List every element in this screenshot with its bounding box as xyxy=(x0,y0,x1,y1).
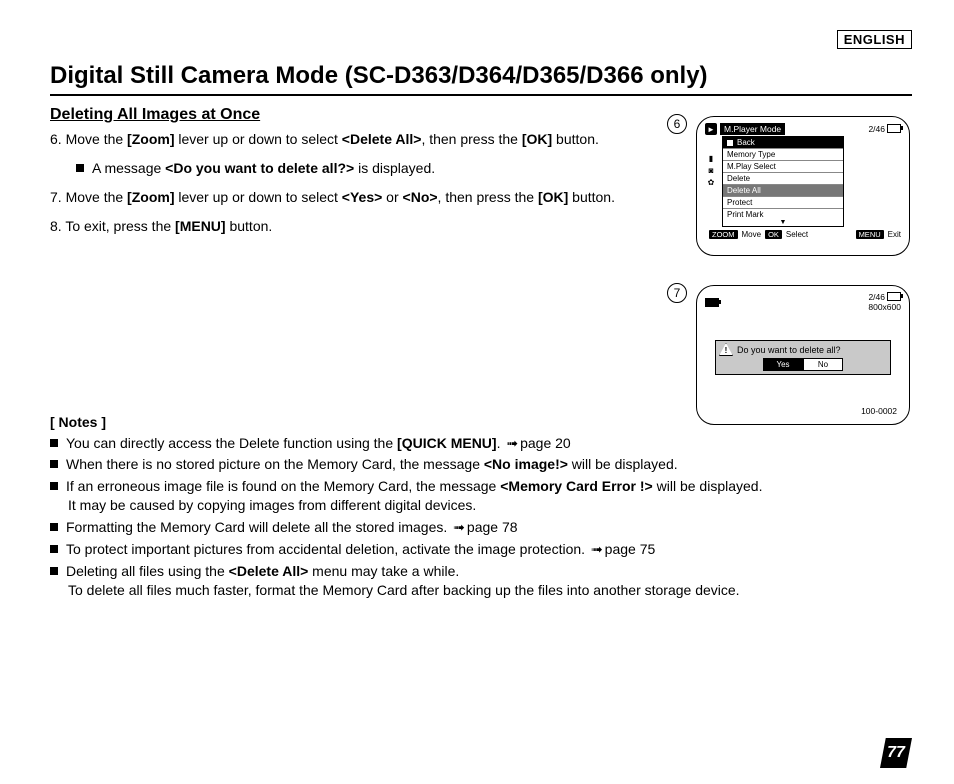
page-title: Digital Still Camera Mode (SC-D363/D364/… xyxy=(50,62,912,90)
bullet-icon xyxy=(50,482,58,490)
step-6-sub: A message <Do you want to delete all?> i… xyxy=(50,159,670,178)
menu-item-protect[interactable]: Protect xyxy=(723,196,843,208)
bullet-icon xyxy=(50,439,58,447)
notes-list: You can directly access the Delete funct… xyxy=(50,434,912,600)
camera-screen-6: 6 ► M.Player Mode 2/46 ▮ ◙ ✿ Back Memory… xyxy=(696,116,910,256)
menu-item-delete[interactable]: Delete xyxy=(723,172,843,184)
menu-scroll-down-icon: ▼ xyxy=(723,220,843,226)
bullet-icon xyxy=(50,523,58,531)
bullet-icon xyxy=(76,164,84,172)
gear-icon: ✿ xyxy=(705,177,717,187)
instruction-steps: 6. Move the [Zoom] lever up or down to s… xyxy=(50,130,670,236)
dialog-no-button[interactable]: No xyxy=(803,358,843,371)
menu-item-memory-type[interactable]: Memory Type xyxy=(723,148,843,160)
bullet-icon xyxy=(50,460,58,468)
camera-icon: ◙ xyxy=(705,165,717,175)
file-id-label: 100-0002 xyxy=(861,406,897,416)
page-ref-icon xyxy=(451,519,467,535)
step-badge-7: 7 xyxy=(667,283,687,303)
step-8: 8. To exit, press the [MENU] button. xyxy=(50,217,670,236)
ok-chip: OK xyxy=(765,230,782,239)
battery-icon xyxy=(887,124,901,133)
bullet-icon xyxy=(50,545,58,553)
language-indicator: ENGLISH xyxy=(837,30,912,49)
battery-icon xyxy=(705,298,719,307)
step-badge-6: 6 xyxy=(667,114,687,134)
note-item: When there is no stored picture on the M… xyxy=(50,455,912,474)
bullet-icon xyxy=(50,567,58,575)
menu-list: Back Memory Type M.Play Select Delete De… xyxy=(722,136,844,227)
menu-item-back[interactable]: Back xyxy=(723,137,843,148)
note-item: Deleting all files using the <Delete All… xyxy=(50,562,912,600)
page-number: 77 xyxy=(880,738,912,768)
help-bar: ZOOMMove OKSelect MENUExit xyxy=(709,230,901,239)
note-item: If an erroneous image file is found on t… xyxy=(50,477,912,515)
dialog-message: Do you want to delete all? xyxy=(737,345,841,355)
page-ref-icon xyxy=(504,435,520,451)
note-item: You can directly access the Delete funct… xyxy=(50,434,912,453)
mode-title: M.Player Mode xyxy=(720,123,785,135)
step-7: 7. Move the [Zoom] lever up or down to s… xyxy=(50,188,670,207)
camera-screen-7: 7 2/46 800x600 ! Do you want to delete a… xyxy=(696,285,910,425)
confirm-dialog: ! Do you want to delete all? Yes No xyxy=(715,340,891,375)
menu-chip: MENU xyxy=(856,230,884,239)
dialog-yes-button[interactable]: Yes xyxy=(763,358,803,371)
warning-icon: ! xyxy=(719,343,733,356)
status-info: 2/46 800x600 xyxy=(868,292,901,312)
zoom-chip: ZOOM xyxy=(709,230,738,239)
menu-item-mplay-select[interactable]: M.Play Select xyxy=(723,160,843,172)
step-6: 6. Move the [Zoom] lever up or down to s… xyxy=(50,130,670,149)
playback-icon: ► xyxy=(705,123,717,135)
page-ref-icon xyxy=(589,541,605,557)
title-divider xyxy=(50,94,912,96)
battery-icon xyxy=(887,292,901,301)
sd-card-icon: ▮ xyxy=(705,153,717,163)
note-item: To protect important pictures from accid… xyxy=(50,540,912,559)
menu-item-delete-all[interactable]: Delete All xyxy=(723,184,843,196)
resolution-label: 800x600 xyxy=(868,302,901,312)
side-icon-column: ▮ ◙ ✿ xyxy=(705,153,719,189)
image-counter: 2/46 xyxy=(868,124,901,134)
note-item: Formatting the Memory Card will delete a… xyxy=(50,518,912,537)
